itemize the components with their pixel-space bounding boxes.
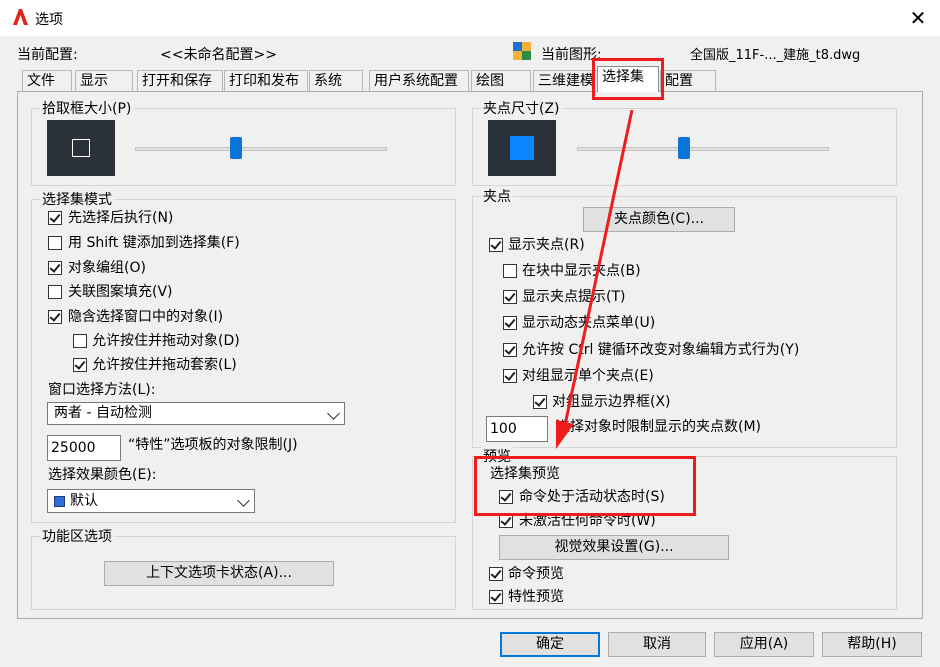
selection-preview-subtitle: 选择集预览 [490, 466, 560, 482]
tab-plot-publish[interactable]: 打印和发布 [224, 70, 308, 91]
press-drag-lasso-label: 允许按住并拖动套索(L) [92, 357, 237, 373]
drawing-label: 当前图形: [541, 47, 602, 63]
help-button[interactable]: 帮助(H) [822, 632, 922, 657]
no-command-checkbox[interactable] [499, 514, 513, 528]
tab-open-save[interactable]: 打开和保存 [137, 70, 223, 91]
effect-color-label: 选择效果颜色(E): [48, 467, 157, 483]
tab-user-preferences[interactable]: 用户系统配置 [369, 70, 469, 91]
ctrl-cycle-label: 允许按 Ctrl 键循环改变对象编辑方式行为(Y) [522, 342, 800, 358]
press-drag-object-checkbox[interactable] [73, 334, 87, 348]
tab-files[interactable]: 文件 [22, 70, 72, 91]
pickbox-title: 拾取框大小(P) [40, 98, 134, 118]
object-grouping-checkbox[interactable] [48, 261, 62, 275]
grip-colors-button[interactable]: 夹点颜色(C)... [583, 207, 735, 232]
property-preview-label: 特性预览 [508, 589, 564, 605]
apply-button[interactable]: 应用(A) [714, 632, 814, 657]
window-title: 选项 [35, 12, 63, 28]
pickbox-slider-track[interactable] [135, 147, 387, 151]
effect-color-value: 默认 [70, 493, 98, 509]
preview-title: 预览 [481, 446, 513, 466]
shift-add-checkbox[interactable] [48, 236, 62, 250]
gripsize-title: 夹点尺寸(Z) [481, 98, 562, 118]
drawing-value: 全国版_11F-..._建施_t8.dwg [690, 48, 861, 63]
object-grouping-label: 对象编组(O) [68, 260, 146, 276]
dynamic-grip-menu-checkbox[interactable] [503, 316, 517, 330]
profile-value: <<未命名配置>> [160, 47, 277, 63]
single-grip-groups-label: 对组显示单个夹点(E) [522, 368, 654, 384]
title-bar [0, 0, 940, 36]
color-swatch-icon [54, 496, 65, 507]
tab-display[interactable]: 显示 [75, 70, 133, 91]
visual-effect-settings-button[interactable]: 视觉效果设置(G)... [499, 535, 729, 560]
grip-limit-label: 选择对象时限制显示的夹点数(M) [556, 419, 762, 435]
effect-color-select[interactable]: 默认 [47, 489, 255, 513]
grip-limit-input[interactable]: 100 [486, 416, 548, 442]
single-grip-groups-checkbox[interactable] [503, 369, 517, 383]
pickbox-preview [47, 120, 115, 176]
implied-window-checkbox[interactable] [48, 310, 62, 324]
grip-tips-label: 显示夹点提示(T) [522, 289, 626, 305]
ok-button[interactable]: 确定 [500, 632, 600, 657]
press-drag-lasso-checkbox[interactable] [73, 358, 87, 372]
associative-hatch-checkbox[interactable] [48, 285, 62, 299]
gripsize-slider-thumb[interactable] [678, 137, 690, 159]
dynamic-grip-menu-label: 显示动态夹点菜单(U) [522, 315, 656, 331]
bounding-box-groups-label: 对组显示边界框(X) [552, 394, 671, 410]
show-grips-checkbox[interactable] [489, 238, 503, 252]
tab-drafting[interactable]: 绘图 [471, 70, 531, 91]
contextual-tab-states-button[interactable]: 上下文选项卡状态(A)... [104, 561, 334, 586]
chevron-down-icon [237, 494, 250, 507]
window-method-select[interactable]: 两者 - 自动检测 [47, 402, 345, 425]
close-icon[interactable]: ✕ [906, 6, 930, 30]
property-preview-checkbox[interactable] [489, 590, 503, 604]
show-grips-label: 显示夹点(R) [508, 237, 585, 253]
implied-window-label: 隐含选择窗口中的对象(I) [68, 309, 224, 325]
tab-3d-modeling[interactable]: 三维建模 [533, 70, 599, 91]
no-command-label: 未激活任何命令时(W) [519, 513, 656, 529]
pickbox-slider-thumb[interactable] [230, 137, 242, 159]
pickbox-square [72, 139, 90, 157]
command-preview-label: 命令预览 [508, 566, 564, 582]
tab-selection[interactable]: 选择集 [597, 66, 659, 92]
command-active-checkbox[interactable] [499, 490, 513, 504]
chevron-down-icon [327, 407, 340, 420]
shift-add-label: 用 Shift 键添加到选择集(F) [68, 235, 240, 251]
window-method-value: 两者 - 自动检测 [54, 405, 152, 421]
autocad-logo-icon [13, 9, 28, 25]
cancel-button[interactable]: 取消 [608, 632, 706, 657]
press-drag-object-label: 允许按住并拖动对象(D) [92, 333, 240, 349]
grips-in-blocks-label: 在块中显示夹点(B) [522, 263, 641, 279]
noun-verb-checkbox[interactable] [48, 211, 62, 225]
bounding-box-groups-checkbox[interactable] [533, 395, 547, 409]
tab-profiles[interactable]: 配置 [660, 70, 716, 91]
ctrl-cycle-checkbox[interactable] [503, 343, 517, 357]
gripsize-preview [488, 120, 556, 176]
grips-title: 夹点 [481, 186, 513, 206]
grip-square [510, 136, 534, 160]
grips-in-blocks-checkbox[interactable] [503, 264, 517, 278]
ribbon-title: 功能区选项 [40, 526, 114, 546]
command-preview-checkbox[interactable] [489, 567, 503, 581]
window-method-label: 窗口选择方法(L): [48, 382, 156, 398]
gripsize-slider-track[interactable] [577, 147, 829, 151]
tab-system[interactable]: 系统 [309, 70, 363, 91]
command-active-label: 命令处于活动状态时(S) [519, 489, 665, 505]
property-limit-label: “特性”选项板的对象限制(J) [128, 437, 298, 453]
profile-label: 当前配置: [17, 47, 78, 63]
associative-hatch-label: 关联图案填充(V) [68, 284, 173, 300]
selection-modes-title: 选择集模式 [40, 189, 114, 209]
grip-tips-checkbox[interactable] [503, 290, 517, 304]
noun-verb-label: 先选择后执行(N) [68, 210, 174, 226]
drawing-file-icon [513, 42, 531, 60]
property-limit-input[interactable]: 25000 [47, 435, 121, 461]
